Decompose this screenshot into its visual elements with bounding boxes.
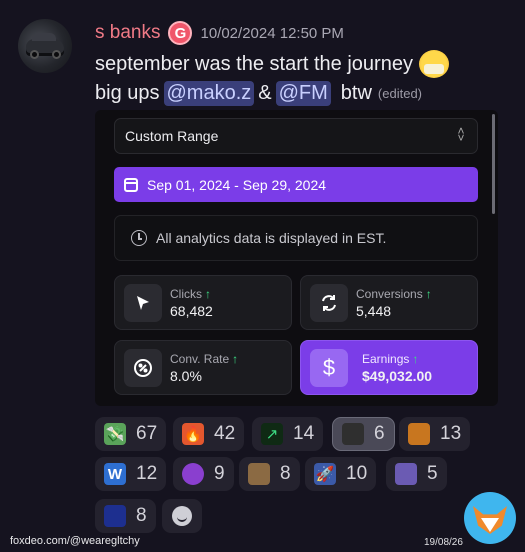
refresh-icon [310, 284, 348, 322]
date-range-label: Sep 01, 2024 - Sep 29, 2024 [147, 176, 327, 193]
w-letter-icon: W [104, 463, 126, 485]
reaction-w-letter[interactable]: W 12 [95, 457, 167, 491]
edited-label: (edited) [377, 86, 422, 101]
dollar-icon: $ [310, 349, 348, 387]
embed-scrollbar[interactable] [492, 114, 495, 214]
money-wings-icon: 💸 [104, 423, 126, 445]
reaction-count: 42 [214, 423, 236, 444]
stat-card-earnings: $ Earnings ↑ $49,032.00 [300, 340, 478, 395]
reaction-count: 8 [136, 505, 147, 526]
arrow-up-icon: ↑ [425, 287, 432, 301]
reaction-count: 8 [280, 463, 291, 484]
stat-card-clicks: Clicks ↑ 68,482 [114, 275, 292, 330]
message-line-1: september was the start the journey [95, 50, 449, 78]
stat-label: Conv. Rate [170, 352, 230, 366]
chevron-updown-icon: ˄ ˅ [457, 124, 465, 145]
chart-up-icon: ↗ [261, 423, 283, 445]
reaction-face-photo[interactable]: 6 [332, 417, 395, 451]
reaction-blue-figure[interactable]: 8 [95, 499, 156, 533]
stat-value: $49,032.00 [362, 368, 433, 384]
avatar-wheel [30, 50, 39, 59]
watermark-handle: foxdeo.com/@wearegltchy [10, 535, 140, 547]
message-text: big ups [95, 82, 160, 104]
stat-card-conversions: Conversions ↑ 5,448 [300, 275, 478, 330]
stat-card-conv-rate: Conv. Rate ↑ 8.0% [114, 340, 292, 395]
reaction-goat[interactable]: 8 [239, 457, 300, 491]
reaction-count: 12 [136, 463, 158, 484]
cursor-icon [124, 284, 162, 322]
reaction-count: 5 [427, 463, 438, 484]
stat-value: 68,482 [170, 303, 213, 319]
reaction-count: 13 [440, 423, 462, 444]
reaction-count: 14 [293, 423, 315, 444]
add-reaction-button[interactable] [162, 499, 202, 533]
arrow-up-icon: ↑ [205, 287, 211, 301]
stat-value: 8.0% [170, 368, 202, 384]
stat-label: Clicks [170, 287, 202, 301]
reaction-fire[interactable]: 🔥 42 [173, 417, 245, 451]
watermark-date: 19/08/26 [424, 537, 463, 548]
clock-icon [131, 230, 147, 246]
reaction-money-wings[interactable]: 💸 67 [95, 417, 167, 451]
percent-cycle-icon [124, 349, 162, 387]
timezone-note-text: All analytics data is displayed in EST. [156, 230, 387, 246]
timezone-note: All analytics data is displayed in EST. [114, 215, 478, 261]
reaction-wizard-ghost[interactable]: 5 [386, 457, 447, 491]
stat-value: 5,448 [356, 303, 392, 319]
reaction-chart-up[interactable]: ↗ 14 [252, 417, 324, 451]
tornado-cup-icon [408, 423, 430, 445]
stat-label: Conversions [356, 287, 423, 301]
arrow-up-icon: ↑ [412, 352, 419, 366]
username[interactable]: s banks [95, 22, 160, 44]
goat-icon [248, 463, 270, 485]
reaction-count: 10 [346, 463, 368, 484]
message-timestamp: 10/02/2024 12:50 PM [200, 24, 344, 42]
reaction-tornado-cup[interactable]: 13 [399, 417, 471, 451]
date-range-button[interactable]: Sep 01, 2024 - Sep 29, 2024 [114, 167, 478, 202]
user-avatar[interactable] [18, 19, 72, 73]
fire-icon: 🔥 [182, 423, 204, 445]
message-line-2: big ups @mako.z & @FM btw (edited) [95, 81, 422, 106]
stat-label: Earnings [362, 352, 410, 366]
ampersand-text: & [258, 82, 272, 104]
avatar-wheel [52, 50, 61, 59]
message-text: september was the start the journey [95, 52, 413, 75]
smiling-devil-icon [182, 463, 204, 485]
blue-figure-icon [104, 505, 126, 527]
wizard-ghost-icon [395, 463, 417, 485]
mention-mako[interactable]: @mako.z [163, 81, 255, 106]
smiley-icon [172, 506, 192, 526]
grimacing-face-emoji-icon [418, 50, 449, 78]
reaction-rocket[interactable]: 🚀 10 [305, 457, 377, 491]
analytics-screenshot-attachment[interactable]: Custom Range ˄ ˅ Sep 01, 2024 - Sep 29, 2… [95, 110, 498, 406]
reaction-count: 9 [214, 463, 225, 484]
server-tag-badge-icon[interactable]: G [168, 21, 193, 45]
reaction-count: 67 [136, 423, 158, 444]
rocket-icon: 🚀 [314, 463, 336, 485]
fox-logo-icon [464, 492, 516, 544]
message-header: s banks G 10/02/2024 12:50 PM [95, 21, 344, 45]
reaction-smiling-devil[interactable]: 9 [173, 457, 234, 491]
message-text: btw [340, 82, 372, 104]
arrow-up-icon: ↑ [232, 352, 239, 366]
face-photo-icon [342, 423, 364, 445]
reaction-count: 6 [374, 423, 385, 444]
range-select-label: Custom Range [125, 128, 219, 144]
range-select-dropdown[interactable]: Custom Range ˄ ˅ [114, 118, 478, 154]
mention-fm[interactable]: @FM [275, 81, 331, 106]
calendar-icon [124, 177, 138, 192]
